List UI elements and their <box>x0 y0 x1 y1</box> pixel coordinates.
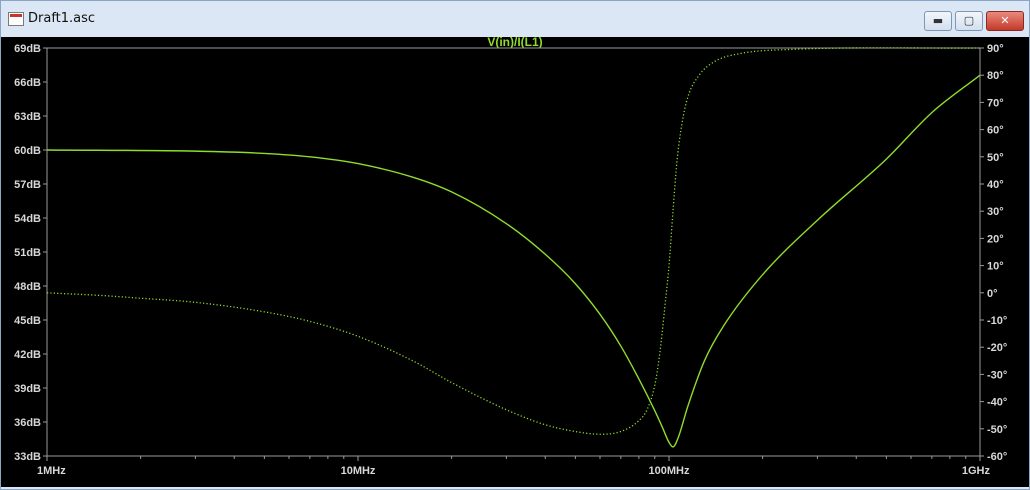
plot-frame <box>46 47 981 457</box>
y-right-tick-label: -30° <box>987 369 1007 381</box>
bode-plot[interactable]: V(in)/I(L1) 69dB 66dB 63dB 60dB 57dB 54dB 51dB… <box>1 37 1029 487</box>
y-left-tick-label: 39dB <box>14 383 41 395</box>
window-title: Draft1.asc <box>28 11 96 26</box>
y-left-tick-label: 60dB <box>14 145 41 157</box>
title-bar[interactable]: Draft1.asc ▬ ▢ ✕ <box>1 1 1029 37</box>
y-right-tick-label: 20° <box>987 233 1004 245</box>
y-left-tick-label: 63dB <box>14 111 41 123</box>
y-left-tick-label: 69dB <box>14 43 41 55</box>
y-left-tick-label: 66dB <box>14 77 41 89</box>
trace-label[interactable]: V(in)/I(L1) <box>487 37 542 49</box>
y-left-tick-label: 42dB <box>14 349 41 361</box>
y-right-tick-label: -20° <box>987 342 1007 354</box>
y-right-tick-label: 40° <box>987 179 1004 191</box>
y-left-tick-label: 51dB <box>14 247 41 259</box>
magnitude-trace <box>46 74 981 448</box>
y-right-tick-label: -40° <box>987 397 1007 409</box>
plot-pane[interactable]: V(in)/I(L1) 69dB 66dB 63dB 60dB 57dB 54dB 51dB… <box>1 37 1029 487</box>
y-left-tick-label: 36dB <box>14 417 41 429</box>
x-tick-label: 1GHz <box>962 465 991 477</box>
y-right-tick-label: 30° <box>987 206 1004 218</box>
y-right-tick-label: 50° <box>987 152 1004 164</box>
y-right-tick-label: -60° <box>987 451 1007 463</box>
minimize-button[interactable]: ▬ <box>924 11 952 31</box>
y-right-tick-label: 90° <box>987 43 1004 55</box>
y-right-tick-label: 70° <box>987 97 1004 109</box>
y-right-tick-label: 0° <box>987 288 998 300</box>
y-left-tick-label: 48dB <box>14 281 41 293</box>
phase-trace <box>46 47 981 435</box>
maximize-button[interactable]: ▢ <box>955 11 983 31</box>
app-window: Draft1.asc ▬ ▢ ✕ V(in)/I(L1) 69dB 66dB 63d… <box>0 0 1030 490</box>
y-left-tick-label: 54dB <box>14 213 41 225</box>
y-right-tick-label: -50° <box>987 424 1007 436</box>
x-tick-label: 100MHz <box>649 465 690 477</box>
x-tick-label: 1MHz <box>37 465 66 477</box>
x-tick-label: 10MHz <box>341 465 376 477</box>
close-button[interactable]: ✕ <box>986 11 1024 31</box>
y-left-tick-label: 45dB <box>14 315 41 327</box>
waveform-app-icon <box>8 12 24 26</box>
y-left-tick-label: 57dB <box>14 179 41 191</box>
y-left-tick-label: 33dB <box>14 451 41 463</box>
y-right-tick-label: 10° <box>987 261 1004 273</box>
y-right-tick-label: 60° <box>987 125 1004 137</box>
y-right-tick-label: -10° <box>987 315 1007 327</box>
y-right-tick-label: 80° <box>987 70 1004 82</box>
